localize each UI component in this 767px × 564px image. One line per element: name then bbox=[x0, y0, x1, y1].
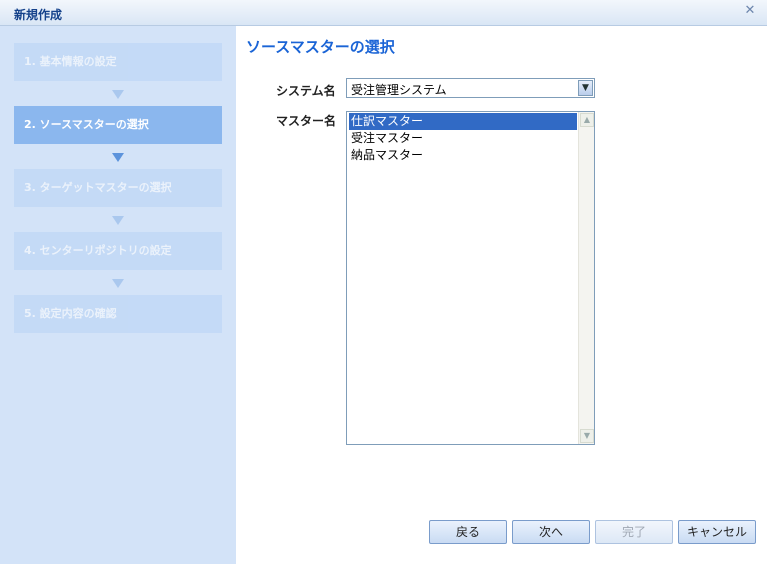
step-2: 2. ソースマスターの選択 bbox=[14, 106, 222, 144]
wizard-steps-sidebar: 1. 基本情報の設定 2. ソースマスターの選択 3. ターゲットマスターの選択… bbox=[0, 26, 236, 564]
list-item[interactable]: 受注マスター bbox=[349, 130, 577, 147]
listbox-scrollbar[interactable]: ▲ ▼ bbox=[578, 112, 594, 444]
new-creation-dialog: 新規作成 ✕ 1. 基本情報の設定 2. ソースマスターの選択 3. ターゲット… bbox=[0, 0, 767, 564]
finish-button[interactable]: 完了 bbox=[595, 520, 673, 544]
cancel-button[interactable]: キャンセル bbox=[678, 520, 756, 544]
step-arrow-icon bbox=[112, 153, 124, 162]
chevron-down-icon[interactable]: ▼ bbox=[578, 80, 593, 96]
step-4: 4. センターリポジトリの設定 bbox=[14, 232, 222, 270]
system-select[interactable]: 受注管理システム ▼ bbox=[346, 78, 595, 98]
master-name-label: マスター名 bbox=[276, 114, 337, 128]
list-item[interactable]: 仕訳マスター bbox=[349, 113, 577, 130]
step-arrow-icon bbox=[112, 279, 124, 288]
page-title: ソースマスターの選択 bbox=[246, 38, 395, 56]
main-panel: ソースマスターの選択 システム名 受注管理システム ▼ マスター名 仕訳マスター… bbox=[236, 26, 767, 564]
scroll-down-icon[interactable]: ▼ bbox=[580, 429, 594, 443]
list-item[interactable]: 納品マスター bbox=[349, 147, 577, 164]
next-button[interactable]: 次へ bbox=[512, 520, 590, 544]
system-name-label: システム名 bbox=[276, 84, 336, 98]
step-arrow-icon bbox=[112, 216, 124, 225]
system-select-value: 受注管理システム bbox=[351, 83, 447, 97]
dialog-title: 新規作成 bbox=[14, 8, 63, 22]
title-bar[interactable]: 新規作成 ✕ bbox=[0, 0, 767, 26]
step-5: 5. 設定内容の確認 bbox=[14, 295, 222, 333]
step-3: 3. ターゲットマスターの選択 bbox=[14, 169, 222, 207]
master-listbox[interactable]: 仕訳マスター 受注マスター 納品マスター ▲ ▼ bbox=[346, 111, 595, 445]
scroll-up-icon[interactable]: ▲ bbox=[580, 113, 594, 127]
close-icon[interactable]: ✕ bbox=[743, 4, 757, 18]
back-button[interactable]: 戻る bbox=[429, 520, 507, 544]
step-1: 1. 基本情報の設定 bbox=[14, 43, 222, 81]
step-arrow-icon bbox=[112, 90, 124, 99]
